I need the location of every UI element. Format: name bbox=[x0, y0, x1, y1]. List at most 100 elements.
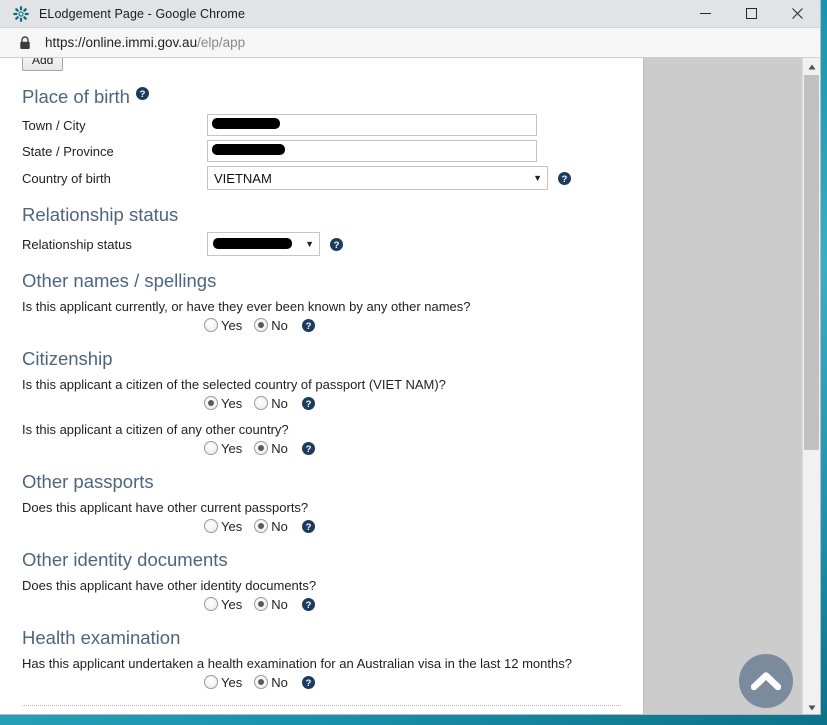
radio-label-no: No bbox=[271, 596, 288, 612]
help-icon-place-of-birth[interactable]: ? bbox=[135, 87, 149, 100]
svg-text:?: ? bbox=[305, 599, 311, 610]
question-citizenship-other-country: Is this applicant a citizen of any other… bbox=[22, 422, 289, 437]
help-icon-citizenship-passport[interactable]: ? bbox=[301, 396, 315, 410]
input-town-city[interactable] bbox=[207, 114, 537, 136]
page-content-area: Add Place of birth ? Town / City State /… bbox=[0, 58, 644, 714]
radio-group-other-names: Yes No ? bbox=[204, 316, 643, 334]
radio-label-yes: Yes bbox=[221, 518, 243, 534]
minimize-button[interactable] bbox=[682, 0, 728, 27]
radio-health-exam-no[interactable] bbox=[254, 675, 269, 689]
chevron-up-icon bbox=[751, 672, 781, 691]
close-button[interactable] bbox=[774, 0, 820, 27]
radio-label-no: No bbox=[271, 440, 288, 456]
svg-text:?: ? bbox=[334, 239, 340, 250]
radio-health-exam-yes[interactable] bbox=[204, 675, 218, 689]
radio-label-yes: Yes bbox=[221, 596, 243, 612]
svg-text:?: ? bbox=[140, 89, 146, 100]
section-heading-citizenship: Citizenship bbox=[22, 348, 643, 370]
label-town-city: Town / City bbox=[22, 117, 86, 133]
radio-group-citizenship-passport-country: Yes No ? bbox=[204, 394, 643, 412]
help-icon-other-passports[interactable]: ? bbox=[301, 519, 315, 533]
help-icon-country-of-birth[interactable]: ? bbox=[558, 171, 571, 185]
radio-group-other-identity-documents: Yes No ? bbox=[204, 595, 643, 613]
url-path: /elp/app bbox=[197, 35, 246, 50]
window-titlebar: ELodgement Page - Google Chrome bbox=[0, 0, 820, 28]
section-title: Other passports bbox=[22, 471, 154, 492]
help-icon-relationship-status[interactable]: ? bbox=[330, 237, 343, 251]
help-icon-other-names[interactable]: ? bbox=[301, 318, 315, 332]
chevron-down-icon: ▼ bbox=[305, 239, 314, 249]
window-title: ELodgement Page - Google Chrome bbox=[39, 6, 245, 21]
help-icon-health-examination[interactable]: ? bbox=[301, 675, 315, 689]
radio-other-passports-yes[interactable] bbox=[204, 519, 218, 533]
radio-citizenship-passport-yes[interactable] bbox=[204, 396, 218, 410]
help-circle-icon: ? bbox=[558, 171, 571, 185]
field-town-city: Town / City bbox=[22, 114, 643, 136]
lock-icon bbox=[20, 35, 30, 49]
radio-label-no: No bbox=[271, 395, 288, 411]
question-other-passports: Does this applicant have other current p… bbox=[22, 500, 309, 515]
scrollbar-thumb[interactable] bbox=[804, 75, 819, 450]
minimize-icon bbox=[699, 13, 711, 14]
radio-group-citizenship-other-country: Yes No ? bbox=[204, 439, 643, 457]
radio-group-health-examination: Yes No ? bbox=[204, 673, 643, 691]
vertical-scrollbar[interactable] bbox=[802, 58, 820, 714]
radio-other-identity-no[interactable] bbox=[254, 597, 269, 611]
section-heading-other-passports: Other passports bbox=[22, 471, 643, 493]
help-circle-icon: ? bbox=[301, 597, 315, 611]
question-other-names: Is this applicant currently, or have the… bbox=[22, 299, 471, 314]
radio-label-no: No bbox=[271, 518, 288, 534]
maximize-button[interactable] bbox=[728, 0, 774, 27]
section-heading-place-of-birth: Place of birth ? bbox=[22, 86, 643, 108]
section-heading-other-identity-documents: Other identity documents bbox=[22, 549, 643, 571]
help-icon-citizenship-other[interactable]: ? bbox=[301, 441, 315, 455]
address-bar[interactable]: https://online.immi.gov.au/elp/app bbox=[0, 28, 820, 58]
radio-group-other-passports: Yes No ? bbox=[204, 517, 643, 535]
radio-citizenship-passport-no[interactable] bbox=[254, 396, 269, 410]
svg-text:?: ? bbox=[305, 677, 311, 688]
radio-citizenship-other-yes[interactable] bbox=[204, 441, 218, 455]
radio-other-names-yes[interactable] bbox=[204, 318, 218, 332]
question-other-identity-documents: Does this applicant have other identity … bbox=[22, 578, 317, 593]
scroll-to-top-button[interactable] bbox=[739, 654, 793, 708]
radio-citizenship-other-no[interactable] bbox=[254, 441, 269, 455]
chevron-down-icon: ▼ bbox=[533, 173, 542, 183]
redaction-bar bbox=[212, 118, 280, 129]
radio-other-passports-no[interactable] bbox=[254, 519, 269, 533]
svg-text:?: ? bbox=[305, 443, 311, 454]
help-circle-icon: ? bbox=[301, 675, 315, 689]
select-country-of-birth[interactable]: VIETNAM ▼ bbox=[207, 166, 548, 190]
help-circle-icon: ? bbox=[301, 519, 315, 533]
section-heading-health-examination: Health examination bbox=[22, 627, 643, 649]
maximize-icon bbox=[745, 8, 757, 19]
section-title: Citizenship bbox=[22, 348, 113, 369]
select-value: VIETNAM bbox=[214, 170, 272, 186]
section-title: Relationship status bbox=[22, 204, 179, 225]
form-content: Add Place of birth ? Town / City State /… bbox=[0, 58, 643, 714]
triangle-down-icon bbox=[808, 705, 815, 710]
input-state-province[interactable] bbox=[207, 140, 537, 162]
close-icon bbox=[791, 8, 803, 19]
field-relationship-status: Relationship status ▼ ? bbox=[22, 232, 643, 256]
label-country-of-birth: Country of birth bbox=[22, 170, 111, 186]
section-heading-other-names: Other names / spellings bbox=[22, 270, 643, 292]
scrollbar-up-button[interactable] bbox=[803, 58, 820, 75]
browser-viewport: Add Place of birth ? Town / City State /… bbox=[0, 58, 820, 714]
svg-text:?: ? bbox=[562, 173, 568, 184]
help-icon-other-identity-documents[interactable]: ? bbox=[301, 597, 315, 611]
radio-other-identity-yes[interactable] bbox=[204, 597, 218, 611]
radio-label-yes: Yes bbox=[221, 395, 243, 411]
help-circle-icon: ? bbox=[330, 237, 343, 251]
radio-label-yes: Yes bbox=[221, 674, 243, 690]
question-health-examination: Has this applicant undertaken a health e… bbox=[22, 656, 572, 671]
svg-text:?: ? bbox=[305, 320, 311, 331]
add-button[interactable]: Add bbox=[22, 58, 64, 71]
chrome-browser-window: ELodgement Page - Google Chrome https://… bbox=[0, 0, 820, 714]
scrollbar-down-button[interactable] bbox=[803, 699, 820, 714]
add-button-row: Add bbox=[0, 58, 643, 72]
radio-other-names-no[interactable] bbox=[254, 318, 269, 332]
svg-text:?: ? bbox=[305, 521, 311, 532]
select-relationship-status[interactable]: ▼ bbox=[207, 232, 320, 256]
label-state-province: State / Province bbox=[22, 143, 114, 159]
section-title: Place of birth bbox=[22, 86, 130, 107]
